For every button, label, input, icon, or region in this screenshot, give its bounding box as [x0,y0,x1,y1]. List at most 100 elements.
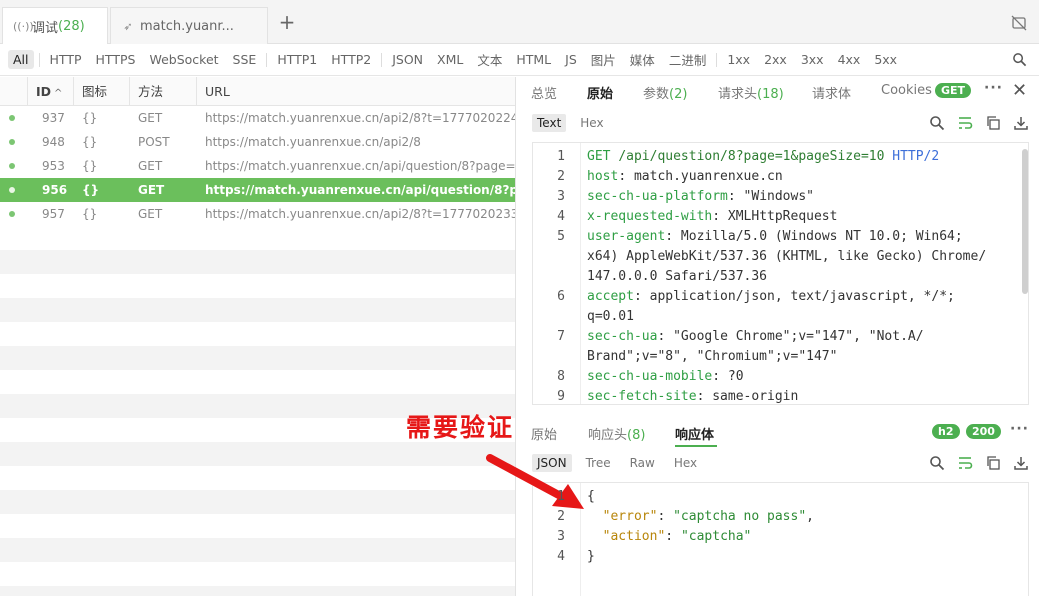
tab-debug[interactable]: ((·)) 调试 (28) [2,7,108,44]
row-method: GET [138,183,165,197]
filter-http1[interactable]: HTTP1 [277,52,317,67]
row-icon: {} [82,183,100,197]
search-icon[interactable] [929,115,945,131]
download-icon[interactable] [1013,115,1029,131]
filter-1xx[interactable]: 1xx [727,52,750,67]
filter-divider [266,52,268,67]
code-line: Brand";v="8", "Chromium";v="147" [587,349,838,364]
tab-debug-count: (28) [58,18,85,34]
tab-raw[interactable]: 原始 [587,83,613,102]
filter-图片[interactable]: 图片 [591,50,616,69]
table-header: ID ^ 图标 方法 URL [0,77,515,106]
wrap-icon[interactable] [957,115,973,131]
row-method: GET [138,207,163,221]
filter-html[interactable]: HTML [516,52,551,67]
sort-asc-icon: ^ [54,87,63,99]
row-url: https://match.yuanrenxue.cn/api2/8?t=177… [205,207,515,221]
wrap-icon[interactable] [957,455,973,471]
mode-hex[interactable]: Hex [669,454,702,472]
tab-params[interactable]: 参数(2) [643,83,687,102]
header-icon[interactable]: 图标 [74,77,130,106]
copy-icon[interactable] [985,115,1001,131]
status-dot [0,211,28,217]
table-row[interactable]: 956 {} GET https://match.yuanrenxue.cn/api/… [0,178,515,202]
filter-divider [381,52,383,67]
new-tab-button[interactable]: + [278,12,296,32]
row-id: 956 [42,183,68,197]
tab-cookies[interactable]: Cookies [881,83,932,98]
response-body-view[interactable]: 1{2 "error": "captcha no pass", 3 "action… [532,482,1029,596]
table-row[interactable]: 957 {} GET https://match.yuanrenxue.cn/api2… [0,202,515,226]
header-url[interactable]: URL [197,77,515,106]
filter-xml[interactable]: XML [437,52,463,67]
header-method[interactable]: 方法 [130,77,197,106]
search-icon[interactable] [929,455,945,471]
row-icon: {} [82,159,98,173]
send-icon: ➶ [123,19,133,33]
filter-websocket[interactable]: WebSocket [149,52,218,67]
filter-5xx[interactable]: 5xx [874,52,897,67]
download-icon[interactable] [1013,455,1029,471]
filter-sse[interactable]: SSE [233,52,257,67]
filter-json[interactable]: JSON [392,52,423,67]
tab-match[interactable]: ➶ match.yuanr... [110,7,268,44]
code-line: 1 GET /api/question/8?page=1&pageSize=10 … [557,149,940,164]
code-line: 1{ [557,489,595,504]
row-url: https://match.yuanrenxue.cn/api2/8 [205,135,421,149]
mode-text[interactable]: Text [532,114,567,132]
row-method: GET [138,111,163,125]
protocol-badge: h2 [932,424,960,439]
mode-hex[interactable]: Hex [575,114,608,132]
request-raw-view[interactable]: 1 GET /api/question/8?page=1&pageSize=10 … [532,142,1029,405]
table-row[interactable]: 953 {} GET https://match.yuanrenxue.cn/api/… [0,154,515,178]
more-icon[interactable]: ··· [1010,421,1029,437]
filter-http2[interactable]: HTTP2 [331,52,371,67]
header-id[interactable]: ID ^ [28,77,74,106]
active-tab-indicator [675,445,717,447]
search-icon[interactable] [1012,52,1027,67]
filter-bar: All HTTP HTTPS WebSocket SSE HTTP1 HTTP2 JSON XM… [0,44,1039,76]
filter-3xx[interactable]: 3xx [801,52,824,67]
no-signal-icon[interactable] [1011,15,1027,31]
scrollbar[interactable] [1022,149,1028,294]
filter-4xx[interactable]: 4xx [838,52,861,67]
filter-媒体[interactable]: 媒体 [630,50,655,69]
method-badge: GET [935,83,972,98]
code-line: 4} [557,549,595,564]
row-method: POST [138,135,170,149]
detail-panel: 总览 原始 参数(2) 请求头(18) 请求体 Cookies GET ··· … [517,77,1039,596]
filter-js[interactable]: JS [565,52,577,67]
row-id: 948 [42,135,65,149]
response-tabs: 原始 响应头(8) 响应体 h2 200 ··· [517,420,1039,450]
more-icon[interactable]: ··· [984,80,1003,96]
row-url: https://match.yuanrenxue.cn/api2/8?t=177… [205,111,515,125]
close-icon[interactable]: ✕ [1012,80,1027,101]
filter-http[interactable]: HTTP [50,52,82,67]
code-line: 3 "action": "captcha" [557,529,752,544]
filter-divider [716,52,718,67]
tab-overview[interactable]: 总览 [531,83,557,102]
row-method: GET [138,159,163,173]
copy-icon[interactable] [985,455,1001,471]
row-url: https://match.yuanrenxue.cn/api/question… [205,183,515,197]
table-row[interactable]: 937 {} GET https://match.yuanrenxue.cn/api2… [0,106,515,130]
filter-https[interactable]: HTTPS [96,52,136,67]
filter-二进制[interactable]: 二进制 [669,50,707,69]
code-line: 3 sec-ch-ua-platform: "Windows" [557,189,814,204]
code-line: 9 sec-fetch-site: same-origin [557,389,799,404]
tab-response-headers[interactable]: 响应头(8) [588,424,645,443]
tab-match-label: match.yuanr... [140,18,234,34]
annotation-text: 需要验证 [406,413,515,442]
tab-debug-label: 调试 [32,20,59,36]
filter-all[interactable]: All [8,50,34,69]
table-row[interactable]: 948 {} POST https://match.yuanrenxue.cn/api… [0,130,515,154]
tab-response-raw[interactable]: 原始 [531,424,557,443]
request-toolbar [929,115,1029,131]
tab-request-headers[interactable]: 请求头(18) [718,83,784,102]
filter-2xx[interactable]: 2xx [764,52,787,67]
filter-文本[interactable]: 文本 [477,50,502,69]
tab-request-body[interactable]: 请求体 [812,83,851,102]
mode-raw[interactable]: Raw [625,454,660,472]
code-line: 6 accept: application/json, text/javascri… [557,289,955,304]
tab-response-body[interactable]: 响应体 [675,424,714,443]
